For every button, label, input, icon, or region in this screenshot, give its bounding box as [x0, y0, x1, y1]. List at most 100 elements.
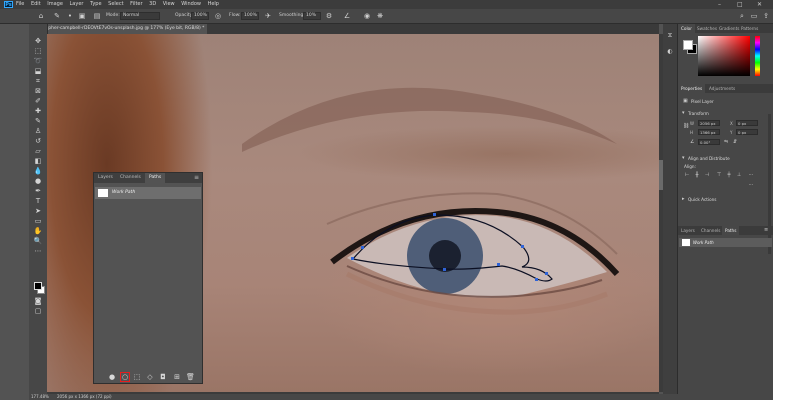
dock-path-row[interactable]: Work Path	[679, 238, 772, 247]
distribute-icon[interactable]: ⋯	[748, 172, 754, 178]
symmetry-icon[interactable]: ❋	[376, 12, 384, 20]
hand-tool-icon[interactable]: ✋	[33, 227, 43, 236]
workspace-icon[interactable]: ▭	[750, 12, 758, 20]
menu-window[interactable]: Window	[181, 1, 201, 7]
maximize-button[interactable]: □	[737, 0, 743, 9]
menu-layer[interactable]: Layer	[70, 1, 84, 7]
brush-size-icon[interactable]: •	[66, 12, 74, 20]
more-tools-icon[interactable]: ⋯	[33, 247, 43, 256]
gradient-tool-icon[interactable]: ◧	[33, 157, 43, 166]
lasso-tool-icon[interactable]: ➰	[33, 57, 43, 66]
color-field[interactable]	[698, 36, 750, 76]
zoom-level[interactable]: 177.48%	[31, 394, 49, 400]
load-selection-icon[interactable]: ⬚	[133, 373, 141, 381]
x-field[interactable]: 0 px	[736, 120, 758, 126]
blur-tool-icon[interactable]: 💧	[33, 167, 43, 176]
rectangle-tool-icon[interactable]: ▭	[33, 217, 43, 226]
eraser-tool-icon[interactable]: ▱	[33, 147, 43, 156]
tab-paths-dock[interactable]: Paths	[722, 226, 740, 235]
quick-mask-icon[interactable]: ◙	[33, 297, 43, 306]
align-top-icon[interactable]: ⊤	[716, 172, 722, 178]
home-icon[interactable]: ⌂	[37, 12, 45, 20]
align-right-icon[interactable]: ⊣	[704, 172, 710, 178]
brush-tool-icon[interactable]: ✎	[33, 117, 43, 126]
document-tab[interactable]: christopher-campbell-rDEOVtE7vOs-unsplas…	[29, 24, 207, 34]
delete-path-icon[interactable]: 🗑	[186, 373, 195, 381]
eyedropper-tool-icon[interactable]: ✐	[33, 97, 43, 106]
brush-tool-icon[interactable]: ✎	[53, 12, 61, 20]
history-panel-icon[interactable]: ⧖	[666, 32, 674, 40]
more-options-icon[interactable]: ⋯	[748, 182, 754, 188]
width-field[interactable]: 2056 px	[698, 120, 720, 126]
airbrush-icon[interactable]: ✈	[264, 12, 272, 20]
align-hcenter-icon[interactable]: ╫	[694, 172, 700, 178]
pressure-opacity-icon[interactable]: ◎	[214, 12, 222, 20]
marquee-tool-icon[interactable]: ⬚	[33, 47, 43, 56]
brush-settings-icon[interactable]: ▣	[78, 12, 86, 20]
smoothing-field[interactable]: 10%	[303, 12, 321, 20]
adjust-panel-icon[interactable]: ◐	[666, 48, 674, 56]
new-path-icon[interactable]: ⊞	[173, 373, 181, 381]
menu-3d[interactable]: 3D	[149, 1, 156, 7]
smoothing-settings-icon[interactable]: ⚙	[325, 12, 333, 20]
frame-tool-icon[interactable]: ⊠	[33, 87, 43, 96]
dock-panel-menu-icon[interactable]: ≡	[764, 227, 768, 233]
menu-edit[interactable]: Edit	[31, 1, 41, 7]
type-tool-icon[interactable]: T	[33, 197, 43, 206]
height-field[interactable]: 1366 px	[698, 129, 720, 135]
menu-view[interactable]: View	[163, 1, 175, 7]
crop-tool-icon[interactable]: ⌗	[33, 77, 43, 86]
mode-select[interactable]: Normal	[120, 12, 160, 20]
zoom-tool-icon[interactable]: 🔍	[33, 237, 43, 246]
tab-properties[interactable]: Properties	[678, 84, 706, 93]
pressure-size-icon[interactable]: ◉	[363, 12, 371, 20]
tab-layers[interactable]: Layers	[94, 173, 117, 183]
tab-channels[interactable]: Channels	[116, 173, 145, 183]
angle-field[interactable]: 0.00°	[698, 139, 720, 145]
opacity-field[interactable]: 100%	[191, 12, 209, 20]
share-icon[interactable]: ⇪	[762, 12, 770, 20]
align-left-icon[interactable]: ⊢	[684, 172, 690, 178]
foreground-color-chip[interactable]	[683, 40, 693, 50]
transform-chevron-icon[interactable]: ▾	[682, 110, 685, 116]
path-selection-tool-icon[interactable]: ➤	[33, 207, 43, 216]
dodge-tool-icon[interactable]: ●	[33, 177, 43, 186]
align-chevron-icon[interactable]: ▾	[682, 155, 685, 161]
document-info[interactable]: 2056 px x 1366 px (72 ppi)	[57, 394, 112, 400]
flip-vertical-icon[interactable]: ⇵	[733, 139, 737, 145]
make-work-path-icon[interactable]: ◇	[146, 373, 154, 381]
tab-layers-dock[interactable]: Layers	[678, 226, 698, 235]
fill-path-icon[interactable]: ●	[108, 373, 116, 381]
path-row-work-path[interactable]: Work Path	[95, 187, 201, 199]
object-select-tool-icon[interactable]: ⬓	[33, 67, 43, 76]
screen-mode-icon[interactable]: ▢	[33, 307, 43, 316]
tab-adjustments[interactable]: Adjustments	[706, 84, 738, 93]
clone-stamp-tool-icon[interactable]: ♙	[33, 127, 43, 136]
align-bottom-icon[interactable]: ⊥	[736, 172, 742, 178]
close-window-button[interactable]: ✕	[757, 0, 762, 9]
hue-slider[interactable]	[755, 36, 760, 76]
minimize-button[interactable]: –	[718, 0, 721, 9]
history-brush-tool-icon[interactable]: ↺	[33, 137, 43, 146]
link-dimensions-icon[interactable]: ⛓	[683, 123, 689, 129]
angle-icon[interactable]: ∠	[343, 12, 351, 20]
search-icon[interactable]: ⌕	[738, 12, 746, 20]
y-field[interactable]: 0 px	[736, 129, 758, 135]
add-mask-icon[interactable]: ◘	[159, 373, 167, 381]
tab-patterns[interactable]: Patterns	[738, 24, 761, 33]
panel-menu-icon[interactable]: ≡	[194, 174, 199, 181]
pen-tool-icon[interactable]: ✒	[33, 187, 43, 196]
healing-tool-icon[interactable]: ✚	[33, 107, 43, 116]
tab-color[interactable]: Color	[678, 24, 695, 33]
align-vcenter-icon[interactable]: ╪	[726, 172, 732, 178]
menu-type[interactable]: Type	[90, 1, 101, 7]
stroke-path-icon[interactable]: ○	[120, 372, 130, 382]
foreground-color-swatch[interactable]	[34, 282, 42, 290]
menu-image[interactable]: Image	[47, 1, 63, 7]
brush-panel-icon[interactable]: ▤	[93, 12, 101, 20]
menu-select[interactable]: Select	[108, 1, 123, 7]
tab-channels-dock[interactable]: Channels	[698, 226, 723, 235]
menu-filter[interactable]: Filter	[130, 1, 142, 7]
menu-help[interactable]: Help	[208, 1, 219, 7]
menu-file[interactable]: File	[16, 1, 24, 7]
